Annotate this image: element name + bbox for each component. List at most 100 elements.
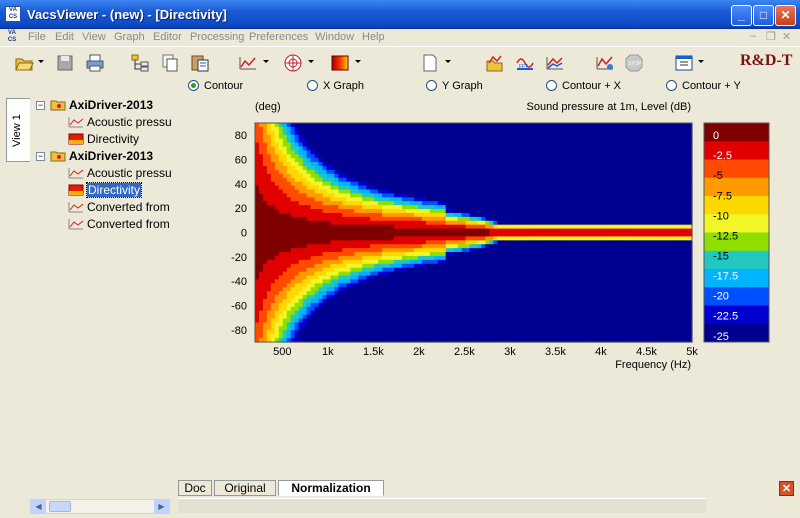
contour-cell [433, 169, 439, 175]
paste-icon[interactable] [190, 53, 210, 73]
tree-item[interactable]: Acoustic pressure [68, 165, 172, 181]
app-icon[interactable]: VA CS [5, 6, 21, 22]
contour-cell [378, 295, 383, 300]
contour-cell [425, 271, 431, 277]
polar-dropdown-icon[interactable] [308, 60, 314, 63]
mdi-minimize-icon[interactable]: – [750, 30, 756, 42]
collapse-icon[interactable]: − [36, 152, 45, 161]
tree-structure-icon[interactable] [130, 53, 150, 73]
tree-group[interactable]: AxiDriver-2013 [50, 97, 170, 113]
contour-cell [342, 185, 347, 191]
menu-help[interactable]: Help [362, 31, 385, 43]
fft-icon[interactable]: FFT [515, 53, 535, 73]
contour-cell [501, 279, 506, 284]
contour-cell [342, 134, 347, 140]
radio-y-graph[interactable]: Y Graph [426, 80, 483, 94]
menu-editor[interactable]: Editor [153, 31, 182, 43]
contour-cell [556, 181, 562, 187]
contour-cell [354, 216, 359, 222]
contour-cell [600, 228, 606, 234]
contour-cell [330, 142, 336, 148]
tree-item[interactable]: Directivity [68, 131, 172, 147]
menu-view[interactable]: View [82, 31, 106, 43]
curve-graph-icon[interactable] [238, 53, 258, 73]
contour-cell [294, 201, 300, 206]
contour-cell [286, 166, 292, 171]
save-icon[interactable] [55, 53, 75, 73]
polar-plot-icon[interactable] [283, 53, 303, 73]
tree-group[interactable]: AxiDriver-2013 [50, 148, 170, 164]
contour-dropdown-icon[interactable] [355, 60, 361, 63]
contour-cell [330, 302, 336, 308]
menu-processing[interactable]: Processing [190, 31, 244, 43]
radio-icon[interactable] [666, 80, 677, 91]
import-icon[interactable] [485, 53, 505, 73]
menu-preferences[interactable]: Preferences [249, 31, 308, 43]
radio-x-graph[interactable]: X Graph [307, 80, 364, 94]
radio-icon[interactable] [307, 80, 318, 91]
open-dropdown-icon[interactable] [38, 60, 44, 63]
maximize-button[interactable]: □ [753, 5, 774, 26]
stop-icon[interactable]: STOP [624, 53, 644, 73]
radio-icon[interactable] [426, 80, 437, 91]
menu-edit[interactable]: Edit [55, 31, 74, 43]
contour-cell [286, 201, 292, 206]
collapse-icon[interactable]: − [36, 101, 45, 110]
contour-cell [314, 189, 320, 194]
contour-plot[interactable] [254, 122, 693, 343]
menu-graph[interactable]: Graph [114, 31, 145, 43]
open-folder-icon[interactable] [14, 53, 34, 73]
radio-icon[interactable] [546, 80, 557, 91]
contour-cell [521, 228, 526, 234]
contour-cell [298, 283, 304, 288]
close-button[interactable]: ✕ [775, 5, 796, 26]
view-tab[interactable]: View 1 [6, 98, 30, 162]
tree-item[interactable]: Converted from [68, 199, 172, 215]
menu-window[interactable]: Window [315, 31, 354, 43]
radio-contour-x[interactable]: Contour + X [546, 80, 621, 94]
mdi-restore-icon[interactable]: ❐ [766, 30, 776, 43]
contour-cell [584, 138, 590, 144]
contour-cell [445, 334, 451, 339]
contour-cell [326, 177, 332, 183]
contour-cell [354, 134, 359, 140]
menu-file[interactable]: File [28, 31, 46, 43]
new-page-icon[interactable] [420, 53, 440, 73]
radio-contour[interactable]: Contour [188, 80, 243, 94]
multi-curve-icon[interactable] [545, 53, 565, 73]
contour-cell [354, 326, 359, 331]
minimize-button[interactable]: _ [731, 5, 752, 26]
curve-settings-icon[interactable] [595, 53, 615, 73]
tree-item-selected[interactable]: Directivity [68, 182, 172, 198]
contour-cell [318, 236, 324, 241]
document-icon[interactable]: VA CS [4, 30, 20, 45]
page-dropdown-icon[interactable] [445, 60, 451, 63]
contour-cell [445, 201, 451, 206]
contour-cell [378, 330, 383, 335]
directivity-chart[interactable]: (deg) Sound pressure at 1m, Level (dB) 8… [200, 96, 790, 376]
contour-cell [489, 212, 494, 218]
tree-item[interactable]: Converted from [68, 216, 172, 232]
layout-dropdown-icon[interactable] [698, 60, 704, 63]
curve-dropdown-icon[interactable] [263, 60, 269, 63]
window-layout-icon[interactable] [674, 53, 694, 73]
contour-cell [255, 252, 260, 257]
contour-map-icon[interactable] [330, 53, 350, 73]
contour-cell [429, 130, 435, 136]
copy-icon[interactable] [160, 53, 180, 73]
print-icon[interactable] [85, 53, 105, 73]
contour-cell [433, 212, 439, 218]
contour-cell [270, 181, 276, 187]
contour-cell [473, 189, 479, 194]
contour-cell [533, 236, 538, 241]
tree-item[interactable]: Acoustic pressure [68, 114, 172, 130]
contour-cell [580, 310, 586, 316]
radio-selected-icon[interactable] [188, 80, 199, 91]
contour-cell [437, 138, 443, 144]
contour-cell [314, 279, 320, 284]
mdi-close-icon[interactable]: ✕ [782, 30, 791, 43]
contour-cell [314, 252, 320, 257]
contour-cell [342, 302, 347, 308]
contour-cell [366, 263, 371, 269]
radio-contour-y[interactable]: Contour + Y [666, 80, 741, 94]
